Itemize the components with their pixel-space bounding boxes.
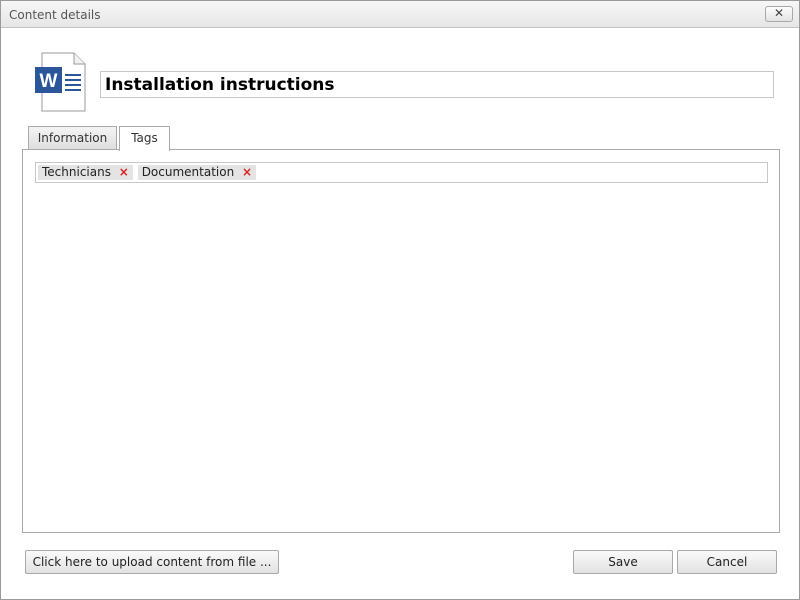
tag-label: Technicians: [42, 165, 111, 179]
close-button[interactable]: ✕: [765, 6, 793, 22]
window-title: Content details: [9, 8, 101, 22]
content-details-dialog: Content details ✕ W Information Tags Tec…: [0, 0, 800, 600]
word-icon-letter: W: [40, 71, 58, 92]
remove-tag-icon[interactable]: ×: [242, 165, 252, 179]
word-document-icon: W: [35, 52, 86, 112]
tag-chip: Documentation ×: [137, 165, 257, 180]
remove-tag-icon[interactable]: ×: [119, 165, 129, 179]
close-icon: ✕: [773, 6, 785, 20]
title-bar: Content details ✕: [1, 1, 799, 28]
tags-panel: Technicians × Documentation ×: [22, 149, 780, 533]
tags-input[interactable]: Technicians × Documentation ×: [35, 162, 768, 183]
tab-information[interactable]: Information: [28, 126, 117, 150]
save-button[interactable]: Save: [573, 550, 673, 574]
document-title-input[interactable]: [100, 71, 774, 98]
upload-content-button[interactable]: Click here to upload content from file .…: [25, 550, 279, 574]
cancel-button[interactable]: Cancel: [677, 550, 777, 574]
tag-chip: Technicians ×: [38, 165, 133, 180]
tab-tags[interactable]: Tags: [119, 126, 170, 151]
tag-label: Documentation: [141, 165, 235, 179]
